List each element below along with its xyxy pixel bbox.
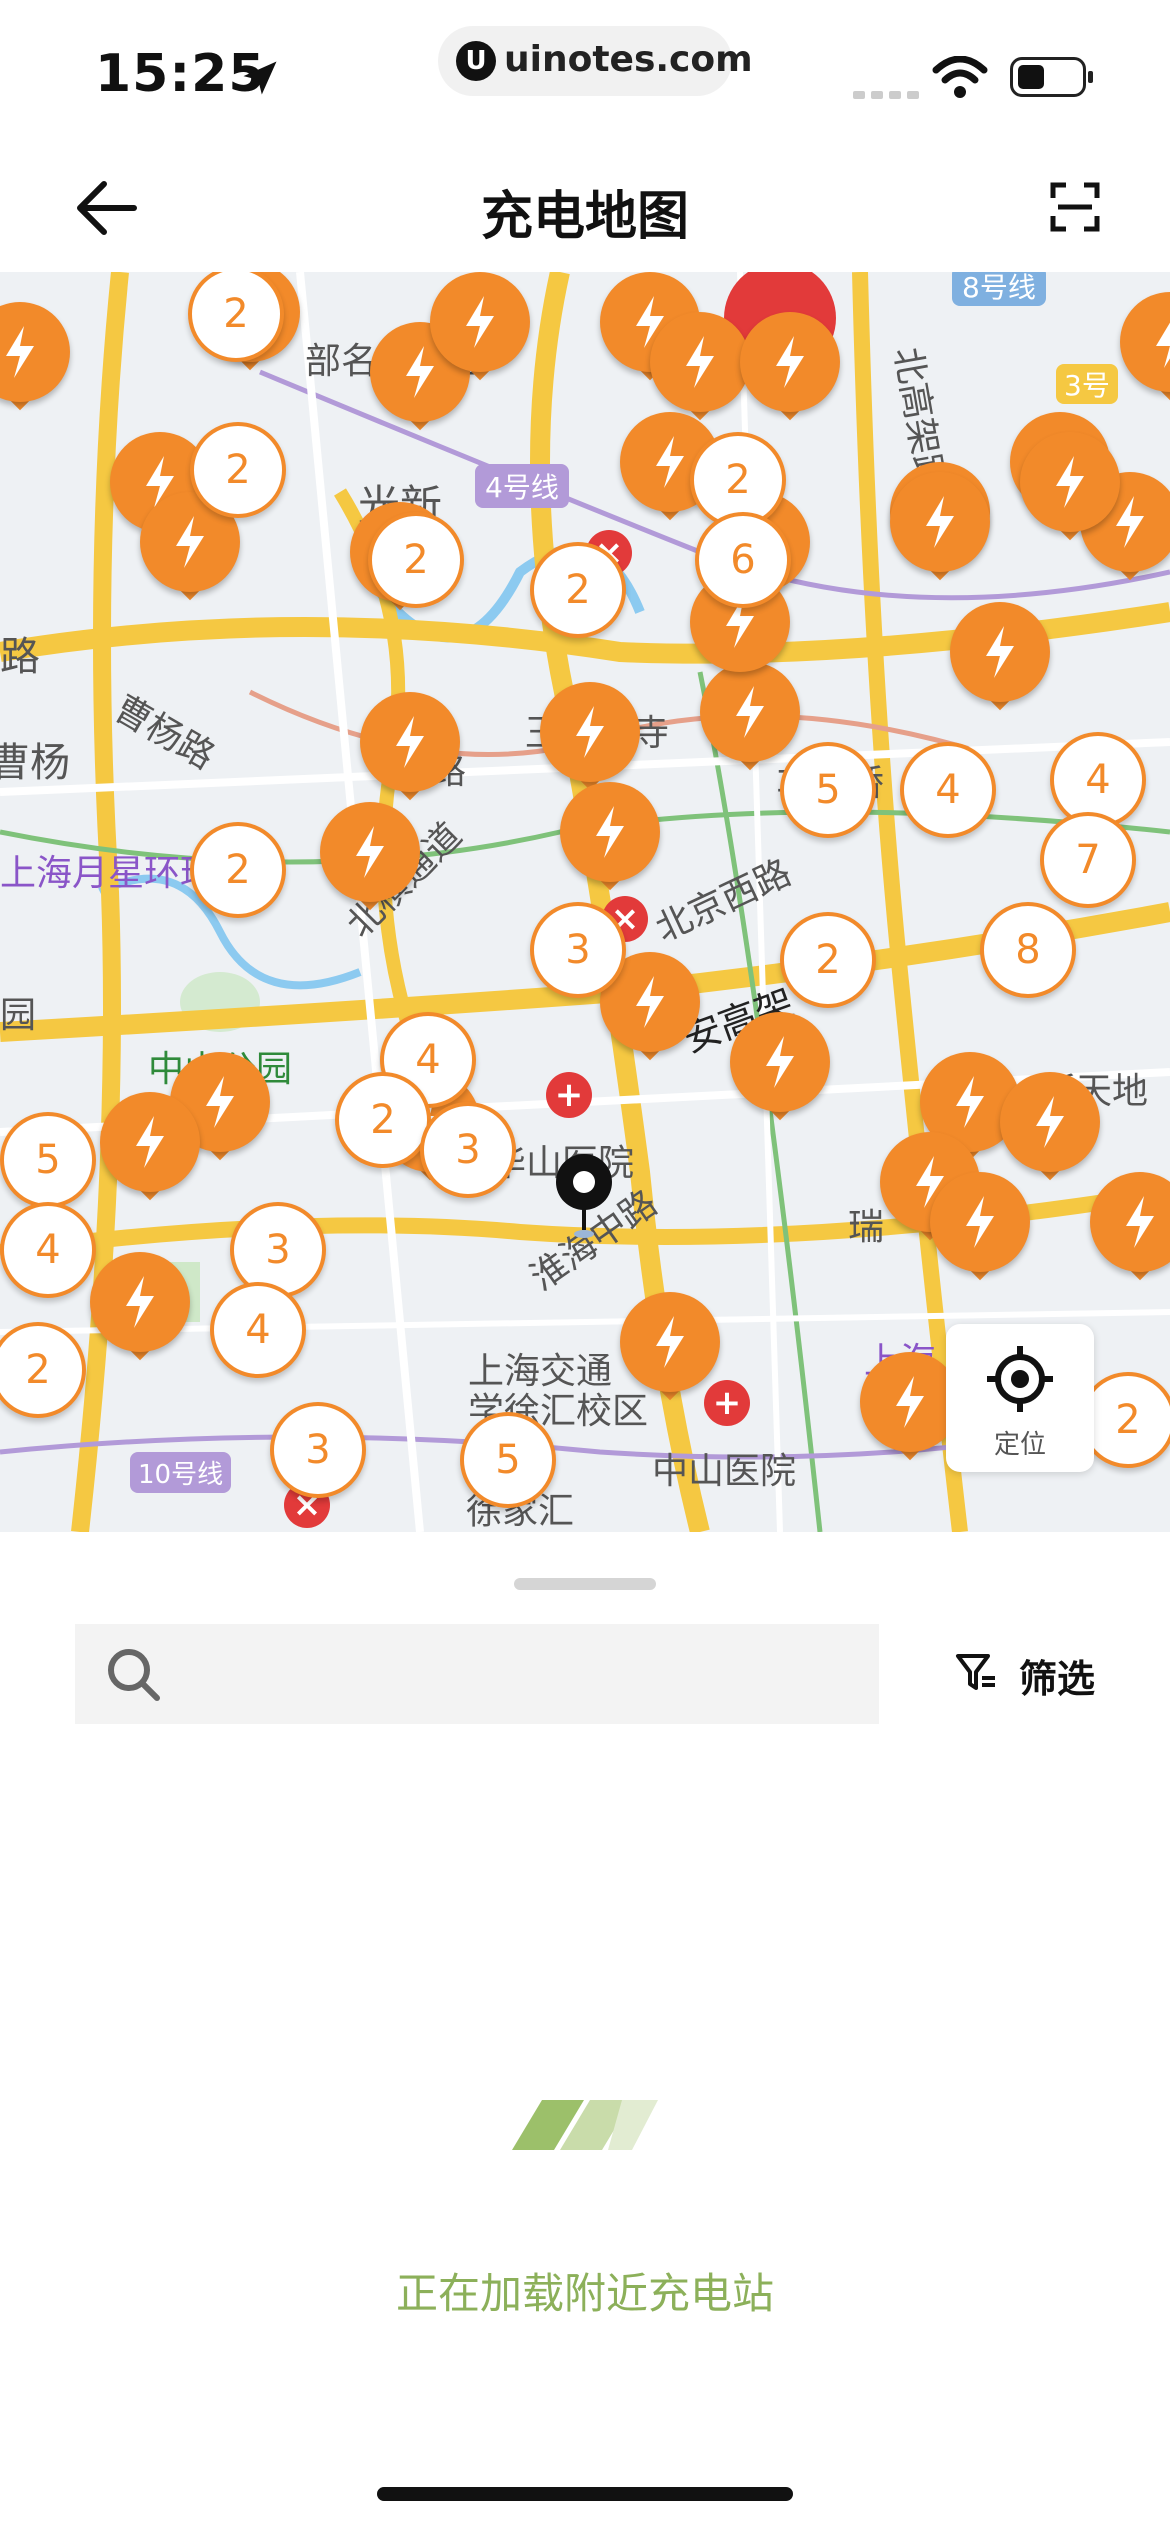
cluster-count: 2 — [530, 542, 626, 638]
station-cluster-marker[interactable]: 6 — [695, 512, 791, 608]
url-text: uinotes.com — [504, 39, 753, 80]
station-cluster-marker[interactable]: 2 — [0, 1322, 86, 1418]
charging-station-pin-icon[interactable] — [1090, 1172, 1170, 1282]
cellular-signal-icon — [853, 84, 925, 103]
charging-station-pin-icon[interactable] — [100, 1092, 200, 1202]
search-icon — [108, 1649, 160, 1701]
cluster-count: 2 — [0, 1322, 86, 1418]
charging-station-pin-icon[interactable] — [890, 472, 990, 582]
cluster-count: 3 — [270, 1402, 366, 1498]
url-pill[interactable]: U uinotes.com — [438, 26, 753, 96]
battery-icon — [1010, 57, 1093, 97]
map-label: 瑞 — [848, 1207, 885, 1248]
charging-station-pin-icon[interactable] — [1120, 292, 1170, 402]
metro-line-label: 4号线 — [475, 464, 569, 508]
locate-label: 定位 — [993, 1430, 1046, 1460]
sheet-drag-handle[interactable] — [514, 1578, 656, 1590]
cluster-count: 2 — [368, 512, 464, 608]
scan-frame-icon[interactable] — [1050, 182, 1100, 232]
charging-station-pin-icon[interactable] — [730, 1012, 830, 1122]
map-view[interactable]: 部名都花园 光新 4号线 曹杨路 曹杨 玉佛禅寺 上海月星环球港 北横通道 中山… — [0, 272, 1170, 1532]
cluster-count: 3 — [530, 902, 626, 998]
map-label: 曹杨 — [0, 740, 70, 786]
current-location-pin-icon — [556, 1154, 612, 1238]
cluster-count: 8 — [980, 902, 1076, 998]
charging-station-pin-icon[interactable] — [620, 1292, 720, 1402]
cluster-count: 5 — [780, 742, 876, 838]
station-cluster-marker[interactable]: 7 — [1040, 812, 1136, 908]
cluster-count: 4 — [0, 1202, 96, 1298]
map-label: 路 — [0, 634, 40, 680]
station-cluster-marker[interactable]: 2 — [530, 542, 626, 638]
home-indicator — [377, 2487, 793, 2501]
map-label: 园 — [0, 995, 37, 1036]
charging-station-pin-icon[interactable] — [90, 1252, 190, 1362]
page-title: 充电地图 — [480, 187, 689, 247]
loading-text: 正在加载附近充电站 — [395, 2269, 774, 2318]
cluster-count: 2 — [190, 422, 286, 518]
station-cluster-marker[interactable]: 3 — [530, 902, 626, 998]
charging-station-pin-icon[interactable] — [930, 1172, 1030, 1282]
charging-station-pin-icon[interactable] — [740, 312, 840, 422]
station-cluster-marker[interactable]: 3 — [270, 1402, 366, 1498]
station-cluster-marker[interactable]: 2 — [335, 1072, 431, 1168]
filter-label: 筛选 — [1019, 1657, 1096, 1701]
station-cluster-marker[interactable]: 4 — [210, 1282, 306, 1378]
station-cluster-marker[interactable]: 3 — [420, 1102, 516, 1198]
bottom-sheet: 筛选 正在加载附近充电站 — [0, 1532, 1170, 2532]
cluster-count: 5 — [460, 1412, 556, 1508]
charging-station-pin-icon[interactable] — [1020, 432, 1120, 542]
filter-icon — [956, 1654, 995, 1690]
charging-station-pin-icon[interactable] — [0, 302, 70, 412]
station-cluster-marker[interactable]: 8 — [980, 902, 1076, 998]
station-cluster-marker[interactable]: 2 — [780, 912, 876, 1008]
cluster-count: 7 — [1040, 812, 1136, 908]
station-cluster-marker[interactable]: 4 — [0, 1202, 96, 1298]
locate-button[interactable]: 定位 — [946, 1324, 1094, 1472]
loading-spinner-icon — [512, 2100, 658, 2150]
station-cluster-marker[interactable]: 5 — [780, 742, 876, 838]
station-cluster-marker[interactable]: 2 — [188, 272, 284, 362]
charging-station-pin-icon[interactable] — [540, 682, 640, 792]
search-bar[interactable] — [75, 1624, 879, 1724]
site-logo-icon: U — [456, 41, 496, 81]
station-cluster-marker[interactable]: 5 — [460, 1412, 556, 1508]
cluster-count: 4 — [210, 1282, 306, 1378]
charging-station-pin-icon[interactable] — [1000, 1072, 1100, 1182]
crosshair-icon — [987, 1346, 1053, 1412]
cluster-count: 5 — [0, 1112, 96, 1208]
nav-bar: 充电地图 — [0, 140, 1170, 272]
cluster-count: 6 — [695, 512, 791, 608]
cluster-count: 4 — [900, 742, 996, 838]
status-bar: 15:25 U uinotes.com — [0, 0, 1170, 140]
search-input[interactable] — [179, 1644, 863, 1706]
station-cluster-marker[interactable]: 4 — [900, 742, 996, 838]
station-cluster-marker[interactable]: 2 — [368, 512, 464, 608]
charging-station-pin-icon[interactable] — [320, 802, 420, 912]
cluster-count: 2 — [780, 912, 876, 1008]
charging-station-pin-icon[interactable] — [950, 602, 1050, 712]
wifi-icon — [932, 56, 988, 98]
charging-station-pin-icon[interactable] — [560, 782, 660, 892]
filter-button[interactable]: 筛选 — [955, 1644, 1105, 1704]
metro-line-label: 3号 — [1056, 364, 1118, 404]
cluster-count: 3 — [420, 1102, 516, 1198]
cluster-count: 2 — [188, 272, 284, 362]
charging-station-pin-icon[interactable] — [650, 312, 750, 422]
map-label: 中山医院 — [652, 1451, 797, 1492]
metro-line-label: 8号线 — [952, 272, 1046, 306]
charging-station-pin-icon[interactable] — [360, 692, 460, 802]
station-cluster-marker[interactable]: 2 — [190, 422, 286, 518]
cluster-count: 2 — [190, 822, 286, 918]
station-cluster-marker[interactable]: 5 — [0, 1112, 96, 1208]
cluster-count: 2 — [335, 1072, 431, 1168]
station-cluster-marker[interactable]: 2 — [190, 822, 286, 918]
charging-station-pin-icon[interactable] — [430, 272, 530, 382]
hospital-icon[interactable]: + — [546, 1072, 592, 1118]
metro-line-label: 10号线 — [130, 1452, 232, 1493]
location-arrow-icon — [243, 61, 277, 95]
charging-station-pin-icon[interactable] — [860, 1352, 960, 1462]
